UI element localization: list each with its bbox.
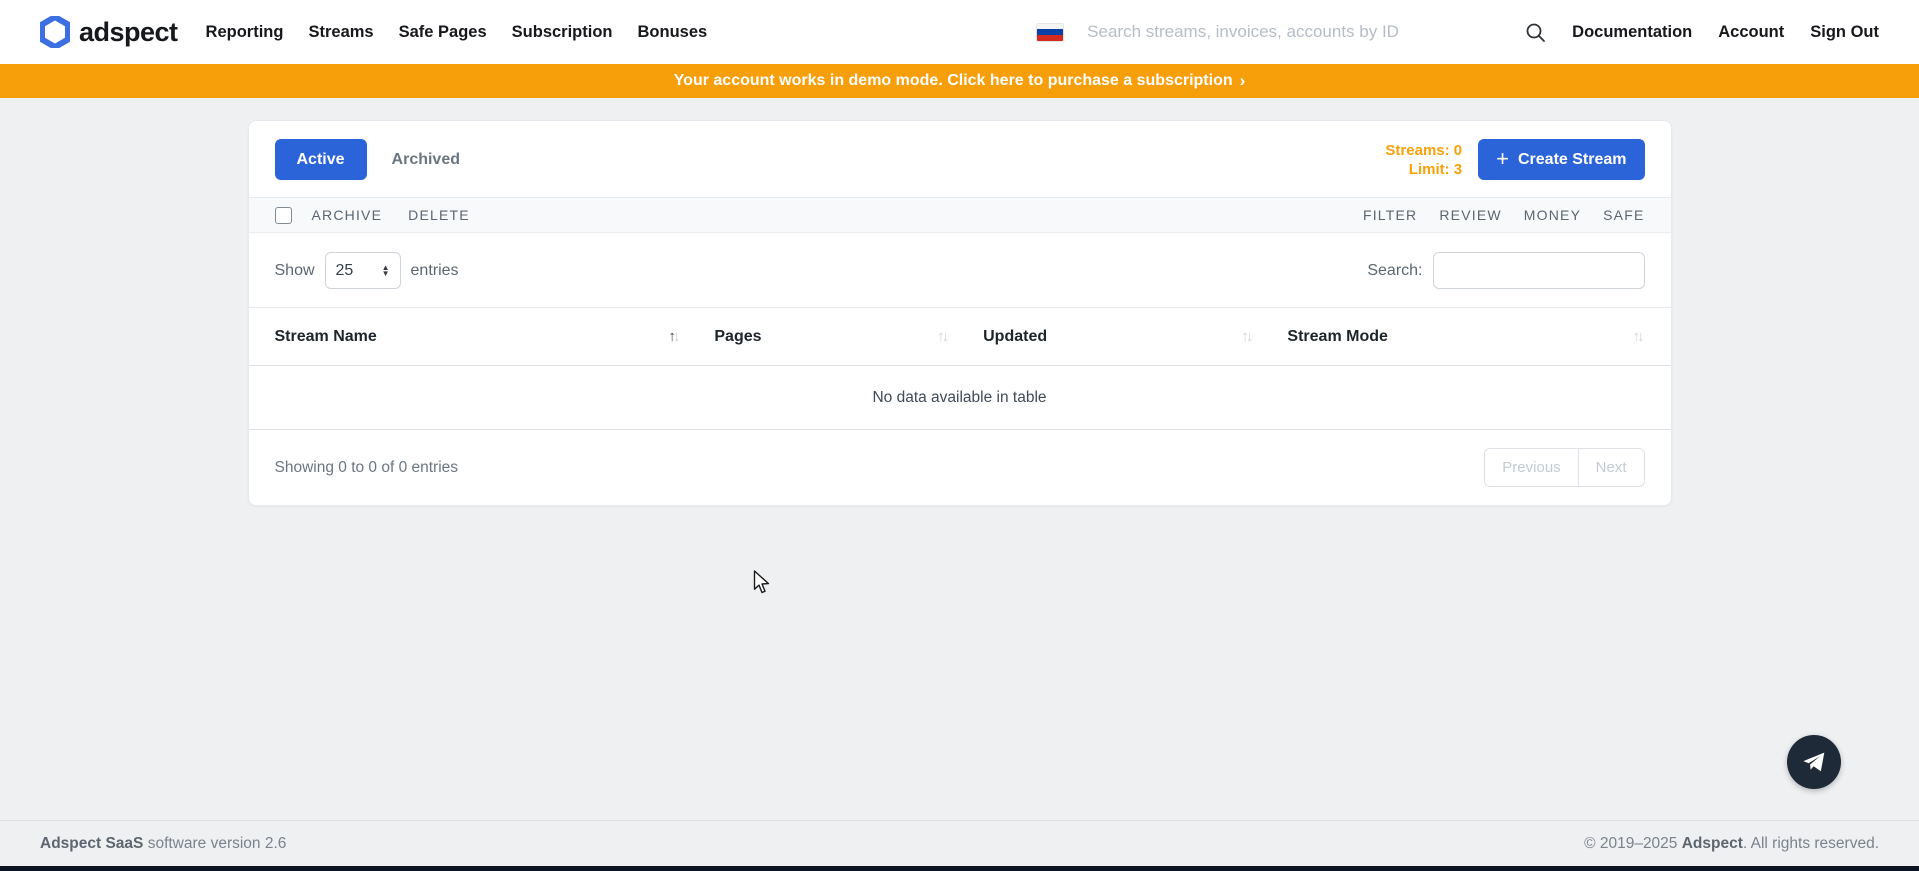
telegram-paper-plane-icon (1801, 749, 1827, 775)
bulk-archive-button[interactable]: ARCHIVE (312, 207, 383, 223)
card-footer: Showing 0 to 0 of 0 entries Previous Nex… (249, 430, 1671, 505)
tab-active[interactable]: Active (275, 139, 367, 180)
main-nav: Reporting Streams Safe Pages Subscriptio… (206, 23, 708, 42)
empty-table-message: No data available in table (249, 366, 1671, 430)
quota-streams: Streams: 0 (1385, 141, 1462, 160)
footer-version: Adspect SaaS software version 2.6 (40, 835, 286, 853)
adspect-logo[interactable]: adspect (40, 16, 178, 48)
nav-item-sign-out[interactable]: Sign Out (1810, 23, 1879, 42)
mode-filter-review[interactable]: REVIEW (1439, 207, 1501, 223)
table-controls: Show 25 ▲ ▼ entries Search: (249, 233, 1671, 307)
table-search-label: Search: (1367, 262, 1422, 280)
account-links: Documentation Account Sign Out (1572, 23, 1879, 42)
navbar: adspect Reporting Streams Safe Pages Sub… (0, 0, 1919, 64)
entries-select-value: 25 (336, 262, 382, 280)
mode-filter-filter[interactable]: FILTER (1363, 207, 1417, 223)
column-header-updated[interactable]: Updated ↑↓ (975, 308, 1279, 366)
table-search-input[interactable] (1433, 252, 1645, 289)
bulk-toolbar: ARCHIVE DELETE FILTER REVIEW MONEY SAFE (249, 197, 1671, 233)
demo-mode-banner[interactable]: Your account works in demo mode. Click h… (0, 64, 1919, 98)
logo-text: adspect (79, 17, 178, 48)
entries-label: entries (411, 262, 459, 280)
nav-item-safe-pages[interactable]: Safe Pages (399, 23, 487, 42)
telegram-chat-button[interactable] (1787, 735, 1841, 789)
banner-text: Your account works in demo mode. Click h… (674, 72, 1233, 90)
sort-icon-pages: ↑↓ (937, 328, 949, 345)
length-control: Show 25 ▲ ▼ entries (275, 252, 459, 289)
chevron-right-icon: › (1240, 71, 1246, 91)
card-header: Active Archived Streams: 0 Limit: 3 + Cr… (249, 121, 1671, 197)
sort-icon-stream-mode: ↑↓ (1633, 328, 1645, 345)
site-footer: Adspect SaaS software version 2.6 © 2019… (0, 820, 1919, 866)
footer-copyright: © 2019–2025 Adspect. All rights reserved… (1584, 835, 1879, 853)
entries-select[interactable]: 25 ▲ ▼ (325, 252, 401, 289)
page-main: Active Archived Streams: 0 Limit: 3 + Cr… (0, 98, 1919, 820)
tab-archived[interactable]: Archived (392, 151, 460, 169)
bulk-delete-button[interactable]: DELETE (408, 207, 470, 223)
search-icon (1525, 22, 1546, 43)
streams-card: Active Archived Streams: 0 Limit: 3 + Cr… (248, 120, 1672, 506)
pagination: Previous Next (1484, 448, 1644, 487)
select-all-checkbox[interactable] (275, 207, 292, 224)
create-stream-label: Create Stream (1518, 151, 1627, 169)
nav-item-streams[interactable]: Streams (308, 23, 373, 42)
nav-item-documentation[interactable]: Documentation (1572, 23, 1692, 42)
mode-filter-links: FILTER REVIEW MONEY SAFE (1363, 207, 1645, 223)
mode-filter-safe[interactable]: SAFE (1603, 207, 1644, 223)
sort-icon-stream-name: ↑↓ (668, 328, 680, 345)
show-label: Show (275, 262, 315, 280)
table-info: Showing 0 to 0 of 0 entries (275, 459, 459, 477)
select-carets-icon: ▲ ▼ (382, 265, 390, 277)
global-search-input[interactable] (1087, 22, 1517, 42)
table-header-row: Stream Name ↑↓ Pages ↑↓ Updated ↑↓ (249, 308, 1671, 366)
card-header-right: Streams: 0 Limit: 3 + Create Stream (1385, 139, 1644, 180)
search-button[interactable] (1525, 22, 1546, 43)
stream-quota: Streams: 0 Limit: 3 (1385, 141, 1462, 179)
plus-icon: + (1496, 148, 1509, 170)
quota-limit: Limit: 3 (1385, 160, 1462, 179)
nav-item-subscription[interactable]: Subscription (512, 23, 613, 42)
column-header-pages[interactable]: Pages ↑↓ (706, 308, 975, 366)
column-header-stream-name[interactable]: Stream Name ↑↓ (249, 308, 707, 366)
nav-item-account[interactable]: Account (1718, 23, 1784, 42)
column-header-stream-mode[interactable]: Stream Mode ↑↓ (1279, 308, 1670, 366)
nav-item-reporting[interactable]: Reporting (206, 23, 284, 42)
adspect-logo-icon (40, 16, 70, 48)
table-search: Search: (1367, 252, 1644, 289)
streams-table: Stream Name ↑↓ Pages ↑↓ Updated ↑↓ (249, 307, 1671, 430)
empty-table-row: No data available in table (249, 366, 1671, 430)
sort-icon-updated: ↑↓ (1241, 328, 1253, 345)
create-stream-button[interactable]: + Create Stream (1478, 139, 1644, 180)
bottom-strip (0, 866, 1919, 871)
next-page-button[interactable]: Next (1578, 448, 1645, 487)
language-flag-ru-icon[interactable] (1037, 24, 1063, 41)
mode-filter-money[interactable]: MONEY (1524, 207, 1581, 223)
nav-item-bonuses[interactable]: Bonuses (638, 23, 708, 42)
nav-right: Documentation Account Sign Out (1037, 22, 1879, 43)
previous-page-button[interactable]: Previous (1484, 448, 1578, 487)
